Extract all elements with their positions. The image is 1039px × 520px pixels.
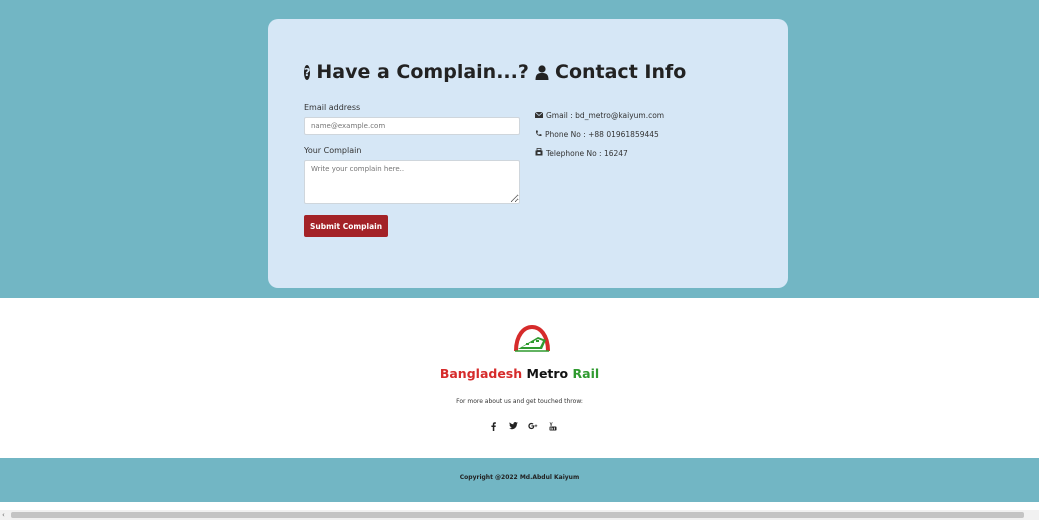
phone-icon bbox=[535, 130, 542, 139]
complaint-label: Your Complain bbox=[304, 146, 362, 155]
complaint-form: ? Have a Complain...? Email address Your… bbox=[304, 61, 529, 237]
complaint-heading: ? Have a Complain...? bbox=[304, 61, 529, 83]
footer-tagline: For more about us and get touched throw: bbox=[456, 398, 583, 405]
scroll-left-icon[interactable]: ‹ bbox=[2, 511, 5, 519]
copyright-text: Copyright @2022 Md.Abdul Kaiyum bbox=[459, 474, 580, 481]
contact-telephone: Telephone No : 16247 bbox=[535, 147, 775, 159]
contact-email-text: Gmail : bd_metro@kaiyum.com bbox=[546, 110, 665, 120]
brand-name: Bangladesh Metro Rail bbox=[0, 366, 1039, 381]
complaint-heading-text: Have a Complain...? bbox=[316, 61, 529, 83]
scrollbar-thumb[interactable] bbox=[11, 512, 1024, 518]
google-plus-icon[interactable] bbox=[528, 421, 538, 431]
contact-heading: Contact Info bbox=[535, 61, 775, 83]
complaint-section: ? Have a Complain...? Email address Your… bbox=[0, 0, 1039, 298]
contact-heading-text: Contact Info bbox=[555, 61, 687, 83]
metro-rail-logo bbox=[512, 323, 552, 353]
twitter-icon[interactable] bbox=[508, 421, 518, 431]
contact-telephone-text: Telephone No : 16247 bbox=[546, 148, 628, 158]
brand-bangladesh: Bangladesh bbox=[439, 366, 523, 381]
email-field[interactable] bbox=[304, 117, 520, 135]
horizontal-scrollbar[interactable]: ‹ bbox=[0, 510, 1039, 520]
email-label: Email address bbox=[304, 103, 361, 112]
envelope-icon bbox=[534, 111, 544, 120]
user-icon bbox=[535, 64, 549, 80]
social-links bbox=[488, 421, 558, 431]
contact-info: Contact Info Gmail : bd_metro@kaiyum.com… bbox=[534, 61, 775, 166]
copyright-bar: Copyright @2022 Md.Abdul Kaiyum bbox=[0, 458, 1039, 502]
contact-list: Gmail : bd_metro@kaiyum.com Phone No : +… bbox=[534, 109, 775, 159]
youtube-icon[interactable] bbox=[548, 421, 558, 431]
complaint-card: ? Have a Complain...? Email address Your… bbox=[268, 19, 788, 288]
complaint-textarea[interactable] bbox=[304, 160, 520, 204]
submit-complaint-button[interactable]: Submit Complain bbox=[304, 215, 389, 237]
contact-email: Gmail : bd_metro@kaiyum.com bbox=[534, 109, 775, 121]
contact-phone-text: Phone No : +88 01961859445 bbox=[545, 129, 659, 139]
brand-metro: Metro bbox=[526, 366, 569, 381]
facebook-icon[interactable] bbox=[488, 421, 498, 431]
contact-phone: Phone No : +88 01961859445 bbox=[535, 128, 775, 140]
brand-rail: Rail bbox=[572, 366, 600, 381]
question-circle-icon: ? bbox=[304, 64, 311, 80]
telephone-icon bbox=[535, 148, 543, 158]
